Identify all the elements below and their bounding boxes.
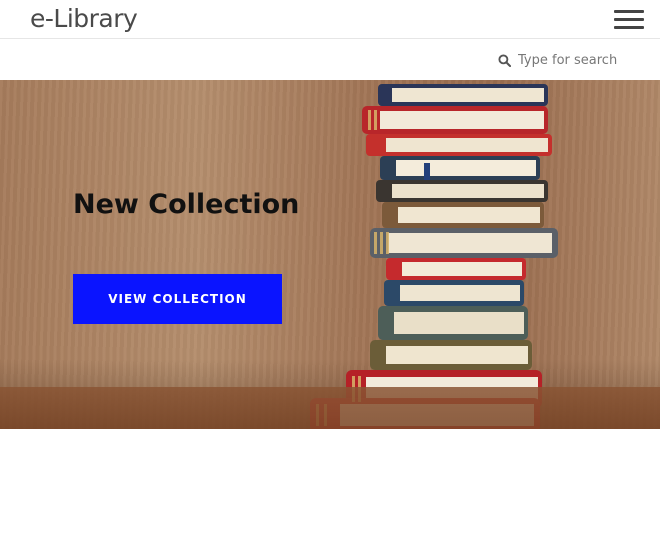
- menu-line: [614, 26, 644, 29]
- site-logo[interactable]: e-Library: [30, 3, 138, 35]
- view-collection-button[interactable]: VIEW COLLECTION: [73, 274, 282, 324]
- search-input[interactable]: [518, 52, 630, 68]
- search-bar: [0, 39, 660, 80]
- search-icon[interactable]: [498, 53, 511, 67]
- hero-title: New Collection: [73, 189, 300, 220]
- book-stack-image: [310, 84, 558, 429]
- menu-line: [614, 18, 644, 21]
- content-area: [0, 429, 660, 543]
- wooden-table-surface: [0, 387, 660, 429]
- menu-line: [614, 10, 644, 13]
- top-navigation-bar: e-Library: [0, 0, 660, 39]
- hamburger-menu-icon[interactable]: [614, 10, 644, 30]
- search-field-wrapper: [498, 51, 630, 69]
- hero-banner: New Collection VIEW COLLECTION: [0, 80, 660, 429]
